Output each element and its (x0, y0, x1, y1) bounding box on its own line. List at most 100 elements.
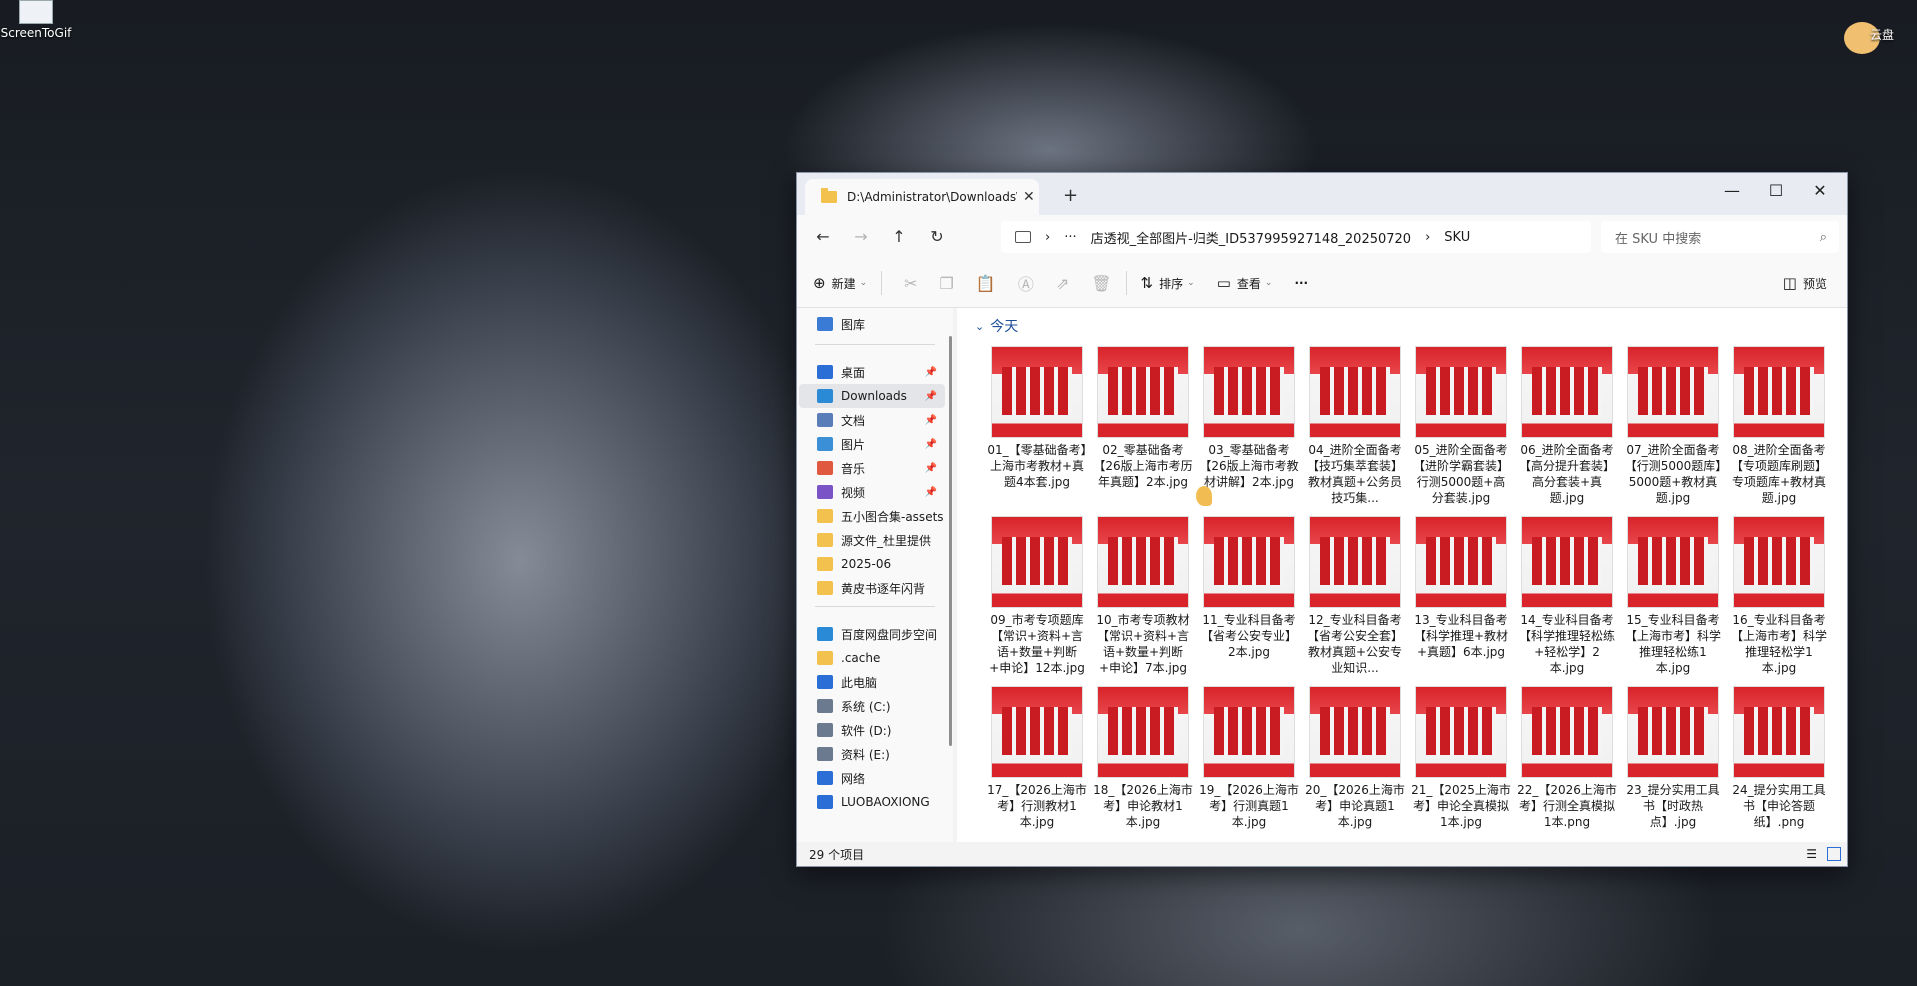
file-thumbnail[interactable]: 03_零基础备考【26版上海市考教材讲解】2本.jpg (1199, 346, 1299, 490)
file-thumbnail[interactable]: 11_专业科目备考【省考公安专业】2本.jpg (1199, 516, 1299, 660)
desktop-icon-cloud[interactable]: 云盘 (1822, 0, 1902, 56)
file-name: 05_进阶全面备考【进阶学霸套装】行测5000题+高分套装.jpg (1412, 443, 1509, 505)
file-thumbnail[interactable]: 15_专业科目备考【上海市考】科学推理轻松练1本.jpg (1623, 516, 1723, 676)
more-options-button[interactable]: ··· (1294, 276, 1308, 290)
file-thumbnail[interactable]: 19_【2026上海市考】行测真题1本.jpg (1199, 686, 1299, 830)
minimize-button[interactable]: — (1709, 177, 1755, 205)
book-stack-graphic (1002, 707, 1072, 755)
file-thumbnail[interactable]: 23_提分实用工具书【时政热点】.jpg (1623, 686, 1723, 830)
thumbnail-view-icon[interactable] (1827, 847, 1841, 861)
view-icon: ▭ (1216, 274, 1231, 292)
address-bar[interactable]: › ··· 店透视_全部图片-归类_ID537995927148_2025072… (1001, 221, 1591, 253)
file-list: ⌄ 今天 01_【零基础备考】上海市考教材+真题4本套.jpg 02_零基础备考【… (957, 308, 1847, 842)
sidebar-item[interactable]: 百度网盘同步空间 (799, 622, 945, 646)
file-thumbnail[interactable]: 01_【零基础备考】上海市考教材+真题4本套.jpg (987, 346, 1087, 490)
mouse-cursor-icon (1196, 486, 1212, 506)
file-thumbnail[interactable]: 21_【2025上海市考】申论全真模拟1本.jpg (1411, 686, 1511, 830)
sidebar-item[interactable]: 黄皮书逐年闪背 (799, 576, 945, 600)
book-stack-graphic (1108, 707, 1178, 755)
file-thumbnail[interactable]: 18_【2026上海市考】申论教材1本.jpg (1093, 686, 1193, 830)
close-button[interactable]: ✕ (1797, 177, 1843, 205)
new-button[interactable]: ⊕ 新建 ⌄ (813, 274, 867, 292)
file-thumbnail[interactable]: 05_进阶全面备考【进阶学霸套装】行测5000题+高分套装.jpg (1411, 346, 1511, 506)
back-button[interactable]: ← (811, 226, 835, 248)
file-thumbnail[interactable]: 13_专业科目备考【科学推理+教材+真题】6本.jpg (1411, 516, 1511, 660)
tab-downloads[interactable]: D:\Administrator\Downloads\ ✕ (805, 179, 1039, 215)
file-name: 24_提分实用工具书【申论答题纸】.png (1732, 783, 1826, 829)
preview-pane-icon: ◫ (1782, 274, 1797, 292)
file-thumbnail[interactable]: 24_提分实用工具书【申论答题纸】.png (1729, 686, 1829, 830)
group-header-today[interactable]: ⌄ 今天 (975, 316, 1018, 336)
desktop-icon-screentogif[interactable]: ScreenToGif (0, 0, 72, 40)
file-explorer-window[interactable]: D:\Administrator\Downloads\ ✕ + — ☐ ✕ ← … (796, 172, 1848, 867)
file-thumbnail[interactable]: 14_专业科目备考【科学推理轻松练+轻松学】2本.jpg (1517, 516, 1617, 676)
file-thumbnail[interactable]: 20_【2026上海市考】申论真题1本.jpg (1305, 686, 1405, 830)
view-button[interactable]: ▭ 查看 ⌄ (1217, 274, 1273, 292)
sort-button[interactable]: ⇅ 排序 ⌄ (1141, 274, 1195, 292)
desktop-icon-label: ScreenToGif (0, 26, 72, 40)
search-box[interactable]: 在 SKU 中搜索 ⌕ (1601, 221, 1839, 253)
file-thumbnail[interactable]: 10_市考专项教材【常识+资料+言语+数量+判断+申论】7本.jpg (1093, 516, 1193, 676)
sidebar-item-label: 此电脑 (841, 675, 878, 690)
file-thumbnail[interactable]: 22_【2026上海市考】行测全真模拟1本.png (1517, 686, 1617, 830)
scrollbar-thumb[interactable] (949, 336, 952, 746)
share-icon[interactable]: ⇗ (1056, 274, 1069, 293)
file-name: 02_零基础备考【26版上海市考历年真题】2本.jpg (1093, 443, 1193, 489)
sidebar-item[interactable]: 系统 (C:) (799, 694, 945, 718)
sidebar-item[interactable]: 源文件_杜里提供 (799, 528, 945, 552)
forward-button[interactable]: → (849, 226, 873, 248)
preview-button[interactable]: ◫ 预览 (1783, 274, 1827, 292)
sidebar-item[interactable]: 网络 (799, 766, 945, 790)
copy-icon[interactable]: ❐ (940, 274, 954, 293)
sidebar-item[interactable]: 此电脑 (799, 670, 945, 694)
image-preview (1097, 346, 1189, 438)
image-preview (1309, 516, 1401, 608)
sidebar-item[interactable]: Downloads 📌 (799, 384, 945, 408)
sidebar-item[interactable]: .cache (799, 646, 945, 670)
new-tab-button[interactable]: + (1063, 185, 1078, 206)
sidebar-item[interactable]: 视频 📌 (799, 480, 945, 504)
file-thumbnail[interactable]: 06_进阶全面备考【高分提升套装】高分套装+真题.jpg (1517, 346, 1617, 506)
file-thumbnail[interactable]: 02_零基础备考【26版上海市考历年真题】2本.jpg (1093, 346, 1193, 490)
breadcrumb-more[interactable]: ··· (1064, 230, 1076, 245)
sidebar-item-icon (817, 485, 833, 499)
tab-title: D:\Administrator\Downloads\ (847, 190, 1017, 204)
tab-close-icon[interactable]: ✕ (1023, 189, 1035, 205)
cut-icon[interactable]: ✂ (904, 274, 917, 293)
sidebar-item[interactable]: 2025-06 (799, 552, 945, 576)
navigation-pane-scrollbar[interactable] (947, 308, 953, 842)
title-bar[interactable]: D:\Administrator\Downloads\ ✕ + — ☐ ✕ (797, 173, 1847, 215)
up-button[interactable]: ↑ (887, 226, 911, 248)
file-thumbnail[interactable]: 12_专业科目备考【省考公安全套】教材真题+公安专业知识... (1305, 516, 1405, 676)
sidebar-item[interactable]: LUOBAOXIONG (799, 790, 945, 814)
file-thumbnail[interactable]: 16_专业科目备考【上海市考】科学推理轻松学1本.jpg (1729, 516, 1829, 676)
sidebar-item[interactable]: 音乐 📌 (799, 456, 945, 480)
file-thumbnail[interactable]: 09_市考专项题库【常识+资料+言语+数量+判断+申论】12本.jpg (987, 516, 1087, 676)
search-input[interactable]: 在 SKU 中搜索 (1615, 228, 1701, 247)
sidebar-item[interactable]: 文档 📌 (799, 408, 945, 432)
sidebar-item[interactable]: 软件 (D:) (799, 718, 945, 742)
item-count: 29 个项目 (809, 847, 865, 862)
sidebar-item[interactable]: 图库 (799, 312, 945, 336)
breadcrumb-item[interactable]: 店透视_全部图片-归类_ID537995927148_20250720 (1091, 228, 1411, 247)
file-thumbnail[interactable]: 17_【2026上海市考】行测教材1本.jpg (987, 686, 1087, 830)
sidebar-item[interactable]: 图片 📌 (799, 432, 945, 456)
breadcrumb-item-current[interactable]: SKU (1444, 230, 1470, 245)
file-name: 19_【2026上海市考】行测真题1本.jpg (1199, 783, 1299, 829)
sidebar-item[interactable]: 桌面 📌 (799, 360, 945, 384)
rename-icon[interactable]: Ⓐ (1018, 271, 1034, 295)
sidebar-item[interactable]: 五小图合集-assets (799, 504, 945, 528)
delete-icon[interactable]: 🗑 (1091, 274, 1111, 293)
paste-icon[interactable]: 📋 (976, 274, 996, 293)
maximize-button[interactable]: ☐ (1753, 177, 1799, 205)
sidebar-item-icon (817, 365, 833, 379)
file-thumbnail[interactable]: 04_进阶全面备考【技巧集萃套装】教材真题+公务员技巧集... (1305, 346, 1405, 506)
refresh-button[interactable]: ↻ (925, 226, 949, 248)
file-thumbnail[interactable]: 08_进阶全面备考【专项题库刷题】专项题库+教材真题.jpg (1729, 346, 1829, 506)
sort-icon: ⇅ (1140, 274, 1154, 292)
sidebar-item-icon (817, 771, 833, 785)
details-view-icon[interactable]: ☰ (1806, 847, 1817, 861)
file-thumbnail[interactable]: 07_进阶全面备考【行测5000题库】5000题+教材真题.jpg (1623, 346, 1723, 506)
sidebar-divider (815, 606, 935, 607)
sidebar-item[interactable]: 资料 (E:) (799, 742, 945, 766)
